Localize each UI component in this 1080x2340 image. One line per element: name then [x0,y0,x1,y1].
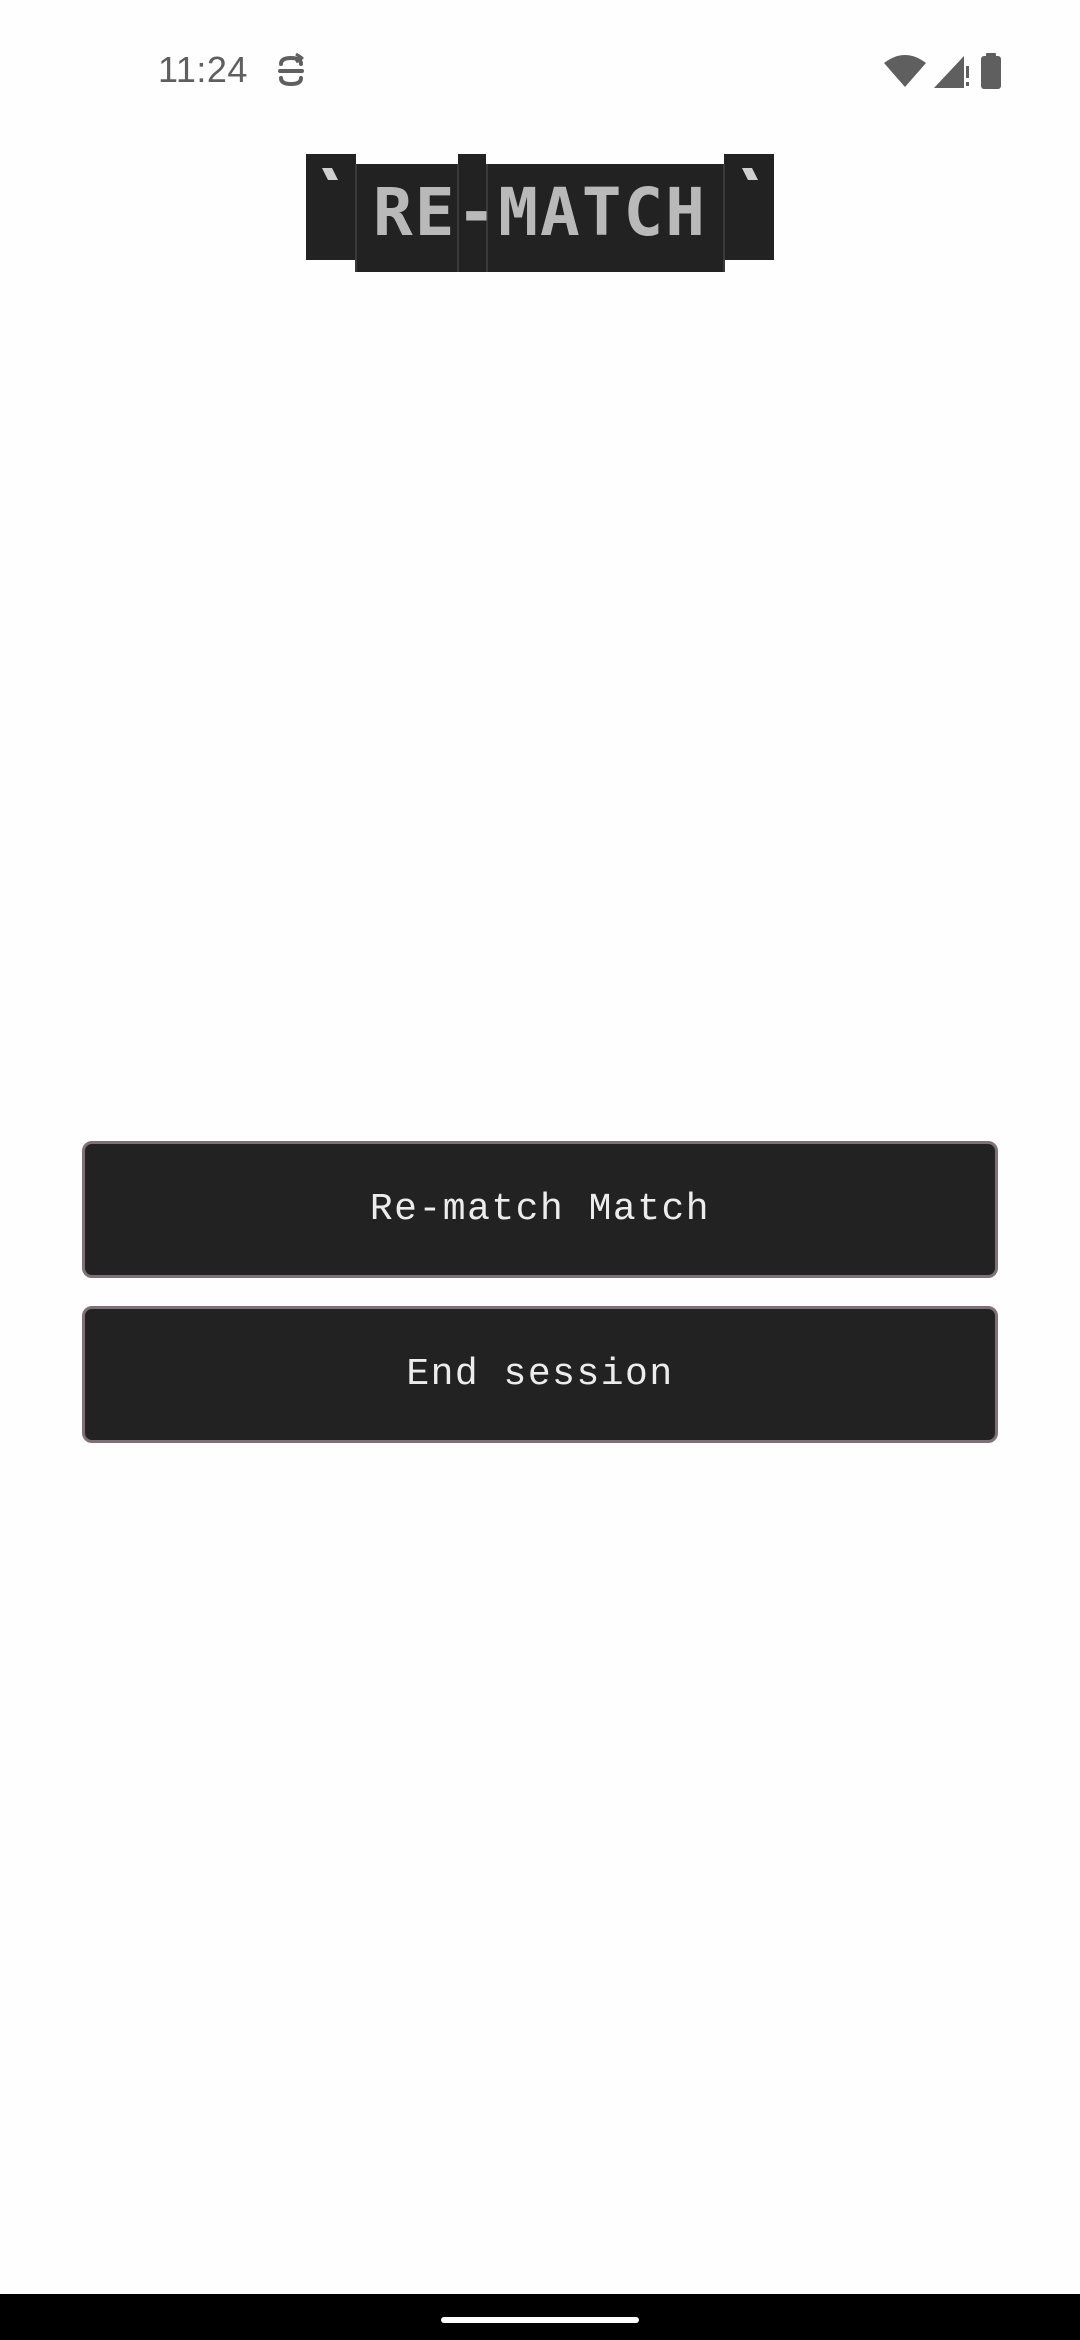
rematch-logo: RE-MATCH [306,154,774,272]
status-bar: 11:24 [0,0,1080,140]
status-right-icons [884,52,1002,90]
battery-icon [980,53,1002,89]
status-time: 11:24 [158,49,248,90]
rematch-button[interactable]: Re-match Match [82,1141,998,1278]
sync-icon [274,52,308,90]
logo-text: RE-MATCH [373,173,707,251]
wifi-icon [884,55,926,87]
action-buttons: Re-match Match End session [82,1141,998,1443]
home-handle[interactable] [441,2317,639,2323]
cellular-signal-icon [934,54,972,88]
end-session-button[interactable]: End session [82,1306,998,1443]
navigation-bar [0,2294,1080,2340]
